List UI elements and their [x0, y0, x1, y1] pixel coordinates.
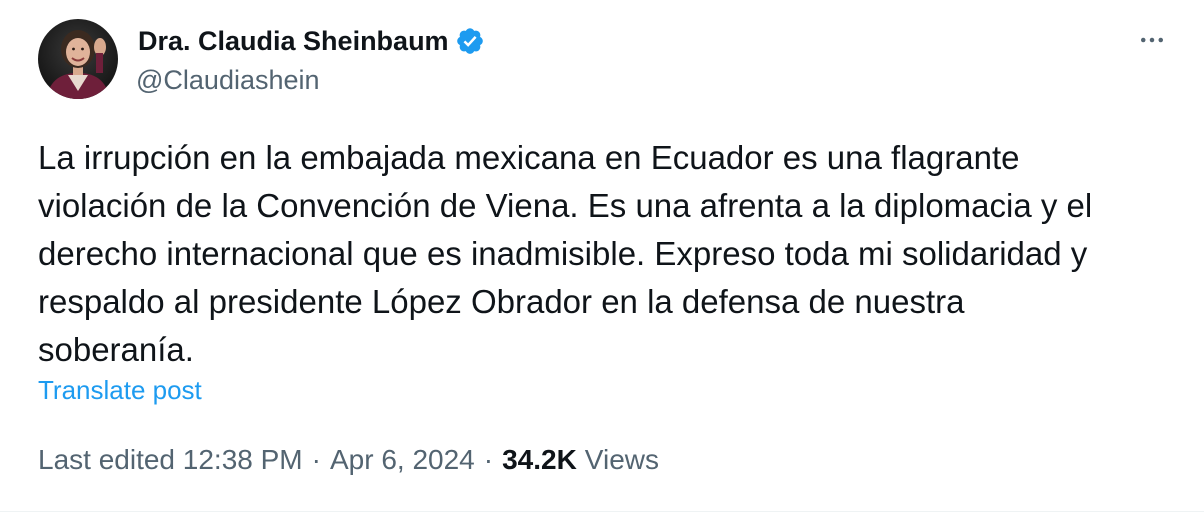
author-display-name[interactable]: Dra. Claudia Sheinbaum [138, 25, 449, 57]
author-avatar[interactable] [38, 19, 118, 99]
avatar-photo-icon [38, 19, 118, 99]
translate-post-link[interactable]: Translate post [38, 373, 202, 407]
tweet-date[interactable]: Apr 6, 2024 [330, 442, 475, 478]
verified-badge-icon[interactable] [455, 26, 485, 56]
more-options-icon [1141, 37, 1163, 43]
tweet-text: La irrupción en la embajada mexicana en … [38, 139, 1093, 368]
separator-dot: · [311, 444, 321, 475]
separator-dot: · [483, 444, 494, 475]
more-options-button[interactable] [1132, 24, 1172, 56]
tweet-time[interactable]: 12:38 PM [183, 442, 303, 478]
author-handle[interactable]: @Claudiashein [136, 64, 320, 96]
author-name-row: Dra. Claudia Sheinbaum [138, 25, 485, 57]
last-edited-label[interactable]: Last edited [38, 442, 175, 478]
views-label: Views [584, 444, 659, 475]
tweet-card: Dra. Claudia Sheinbaum @Claudiashein La … [0, 0, 1204, 512]
tweet-metadata: Last edited 12:38 PM · Apr 6, 2024 · 34.… [38, 442, 659, 478]
views-count: 34.2K [502, 444, 577, 475]
